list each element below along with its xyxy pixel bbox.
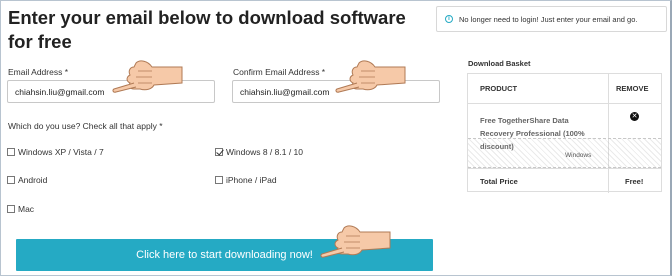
basket-title: Download Basket bbox=[468, 59, 531, 68]
confirm-email-label: Confirm Email Address * bbox=[233, 67, 326, 77]
option-iphone[interactable]: iPhone / iPad bbox=[215, 175, 277, 185]
remove-column-header: REMOVE bbox=[616, 84, 649, 93]
checkbox[interactable] bbox=[7, 148, 15, 156]
notice-text: No longer need to login! Just enter your… bbox=[459, 14, 638, 24]
remove-icon[interactable]: ✕ bbox=[630, 112, 639, 121]
divider bbox=[468, 168, 661, 169]
login-notice: i No longer need to login! Just enter yo… bbox=[436, 6, 667, 32]
checkbox[interactable] bbox=[215, 176, 223, 184]
option-windows-xp[interactable]: Windows XP / Vista / 7 bbox=[7, 147, 104, 157]
platform-label: Windows bbox=[565, 152, 592, 159]
total-price-label: Total Price bbox=[480, 177, 518, 186]
option-windows-8[interactable]: Windows 8 / 8.1 / 10 bbox=[215, 147, 303, 157]
product-column-header: PRODUCT bbox=[480, 84, 518, 93]
divider bbox=[608, 74, 609, 193]
option-mac[interactable]: Mac bbox=[7, 204, 34, 214]
option-label: iPhone / iPad bbox=[226, 175, 277, 185]
page-title: Enter your email below to download softw… bbox=[8, 7, 406, 52]
checkbox-checked[interactable] bbox=[215, 148, 223, 156]
pointing-hand-icon bbox=[320, 225, 391, 258]
platform-question: Which do you use? Check all that apply * bbox=[8, 121, 163, 131]
divider bbox=[468, 103, 661, 104]
pointing-hand-icon bbox=[112, 60, 183, 93]
total-price-value: Free! bbox=[625, 177, 644, 186]
email-label: Email Address * bbox=[8, 67, 68, 77]
info-icon: i bbox=[445, 15, 453, 23]
option-label: Windows XP / Vista / 7 bbox=[18, 147, 104, 157]
option-label: Mac bbox=[18, 204, 35, 214]
pointing-hand-icon bbox=[335, 60, 406, 93]
option-label: Android bbox=[18, 175, 48, 185]
checkbox[interactable] bbox=[7, 205, 15, 213]
option-label: Windows 8 / 8.1 / 10 bbox=[226, 147, 304, 157]
checkbox[interactable] bbox=[7, 176, 15, 184]
option-android[interactable]: Android bbox=[7, 175, 47, 185]
download-basket: PRODUCT REMOVE Free TogetherShare Data R… bbox=[467, 73, 662, 193]
